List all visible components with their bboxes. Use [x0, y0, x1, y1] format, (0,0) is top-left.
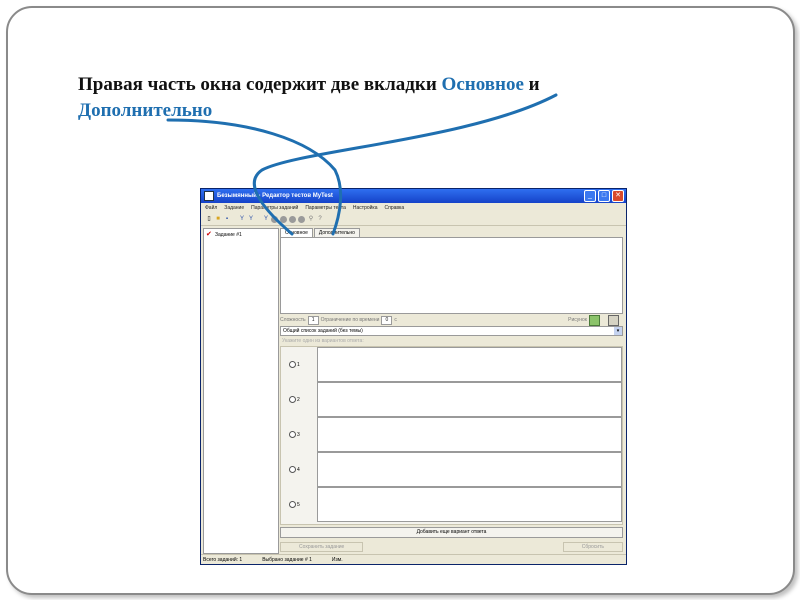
menu-file[interactable]: Файл [205, 205, 217, 211]
question-text-area[interactable] [280, 237, 623, 314]
task-params-row: Сложность 1 Ограничение по времени 0 с Р… [280, 314, 623, 326]
nav-circle-icon[interactable] [271, 215, 278, 223]
tab-extra[interactable]: Дополнительно [313, 228, 360, 237]
window-title: Безымянный - Редактор тестов MyTest [217, 193, 333, 199]
add-task-icon[interactable]: Y [247, 215, 255, 223]
answer-number: 4 [297, 466, 300, 473]
remove-task-icon[interactable]: Y [262, 215, 270, 223]
task-editor: Основное Дополнительно Сложность 1 Огран… [280, 228, 623, 554]
headline-conjunction: и [523, 74, 540, 95]
radio-icon [289, 431, 296, 438]
mytest-editor-window: Безымянный - Редактор тестов MyTest _ □ … [200, 188, 627, 565]
search-icon[interactable]: ⚲ [307, 215, 315, 223]
answer-number: 5 [297, 501, 300, 508]
radio-icon [289, 501, 296, 508]
answer-field[interactable] [317, 382, 622, 417]
open-folder-icon[interactable]: ■ [214, 215, 222, 223]
check-icon: ✔ [206, 231, 212, 238]
radio-icon [289, 466, 296, 473]
topic-select[interactable]: Общий список заданий (без темы) ▾ [280, 326, 623, 336]
headline-tab-main: Основное [441, 74, 524, 95]
nav-circle-icon[interactable] [280, 215, 287, 223]
add-answer-button[interactable]: Добавить еще вариант ответа [280, 527, 623, 538]
time-limit-label: Ограничение по времени [320, 317, 380, 323]
new-file-icon[interactable]: ▯ [205, 215, 213, 223]
save-task-button[interactable]: Сохранить задание [280, 542, 364, 552]
answer-number: 2 [297, 396, 300, 403]
answer-row: 3 [281, 417, 622, 452]
task-tree: ✔ Задание #1 [203, 228, 279, 554]
headline-text: Правая часть окна содержит две вкладки [78, 74, 442, 95]
answer-field[interactable] [317, 487, 622, 522]
menu-test-params[interactable]: Параметры теста [305, 205, 346, 211]
weight-label: Сложность [280, 317, 306, 323]
headline-tab-extra: Дополнительно [78, 100, 213, 121]
picture-label: Рисунок [568, 317, 587, 323]
toolbar: ▯ ■ ▪ Y Y Y ⚲ ? [201, 213, 626, 226]
picture-clear-icon[interactable] [608, 314, 619, 326]
answers-hint: Укажите один из вариантов ответа: [282, 338, 364, 344]
time-limit-unit: с [394, 317, 397, 323]
answer-option[interactable]: 5 [281, 501, 317, 508]
minimize-button[interactable]: _ [584, 190, 596, 202]
task-actions: Сохранить задание Сбросить [280, 542, 623, 552]
tab-main[interactable]: Основное [280, 228, 313, 237]
nav-circle-icon[interactable] [289, 215, 296, 223]
menu-task[interactable]: Задание [224, 205, 244, 211]
answer-row: 5 [281, 487, 622, 522]
help-icon[interactable]: ? [316, 215, 324, 223]
answer-option[interactable]: 1 [281, 361, 317, 368]
time-limit-stepper[interactable]: 0 [381, 315, 393, 325]
nav-circle-icon[interactable] [298, 215, 305, 223]
answer-option[interactable]: 2 [281, 396, 317, 403]
close-button[interactable]: ✕ [612, 190, 624, 202]
answer-field[interactable] [317, 452, 622, 487]
status-selected: Выбрано задание # 1 [262, 556, 312, 563]
save-icon[interactable]: ▪ [223, 215, 231, 223]
answer-field[interactable] [317, 347, 622, 382]
answer-field[interactable] [317, 417, 622, 452]
slide-headline: Правая часть окна содержит две вкладки О… [78, 72, 658, 124]
radio-icon [289, 396, 296, 403]
answers-panel: 1 2 3 4 5 [280, 346, 623, 525]
window-body: ✔ Задание #1 Основное Дополнительно Слож… [201, 226, 626, 554]
menu-help[interactable]: Справка [385, 205, 405, 211]
chevron-down-icon[interactable]: ▾ [614, 327, 622, 335]
tree-item-label: Задание #1 [215, 231, 242, 238]
status-bar: Всего заданий: 1 Выбрано задание # 1 Изм… [201, 554, 626, 564]
reset-button[interactable]: Сбросить [562, 542, 623, 552]
tree-item-task-1[interactable]: ✔ Задание #1 [204, 229, 278, 240]
menu-bar: Файл Задание Параметры заданий Параметры… [201, 203, 626, 213]
answer-option[interactable]: 4 [281, 466, 317, 473]
status-total: Всего заданий: 1 [203, 556, 243, 563]
add-task-icon[interactable]: Y [238, 215, 246, 223]
status-modified: Изм. [331, 556, 343, 563]
weight-stepper[interactable]: 1 [307, 315, 319, 325]
menu-task-params[interactable]: Параметры заданий [251, 205, 298, 211]
answer-row: 2 [281, 382, 622, 417]
answer-row: 1 [281, 347, 622, 382]
tab-strip: Основное Дополнительно [280, 228, 623, 237]
maximize-button[interactable]: □ [598, 190, 610, 202]
answer-row: 4 [281, 452, 622, 487]
answer-number: 1 [297, 361, 300, 368]
window-titlebar: Безымянный - Редактор тестов MyTest _ □ … [201, 189, 626, 203]
radio-icon [289, 361, 296, 368]
topic-select-value: Общий список заданий (без темы) [283, 328, 363, 334]
picture-icon[interactable] [589, 314, 600, 326]
answer-number: 3 [297, 431, 300, 438]
app-icon [204, 191, 214, 201]
menu-settings[interactable]: Настройка [353, 205, 378, 211]
answer-option[interactable]: 3 [281, 431, 317, 438]
